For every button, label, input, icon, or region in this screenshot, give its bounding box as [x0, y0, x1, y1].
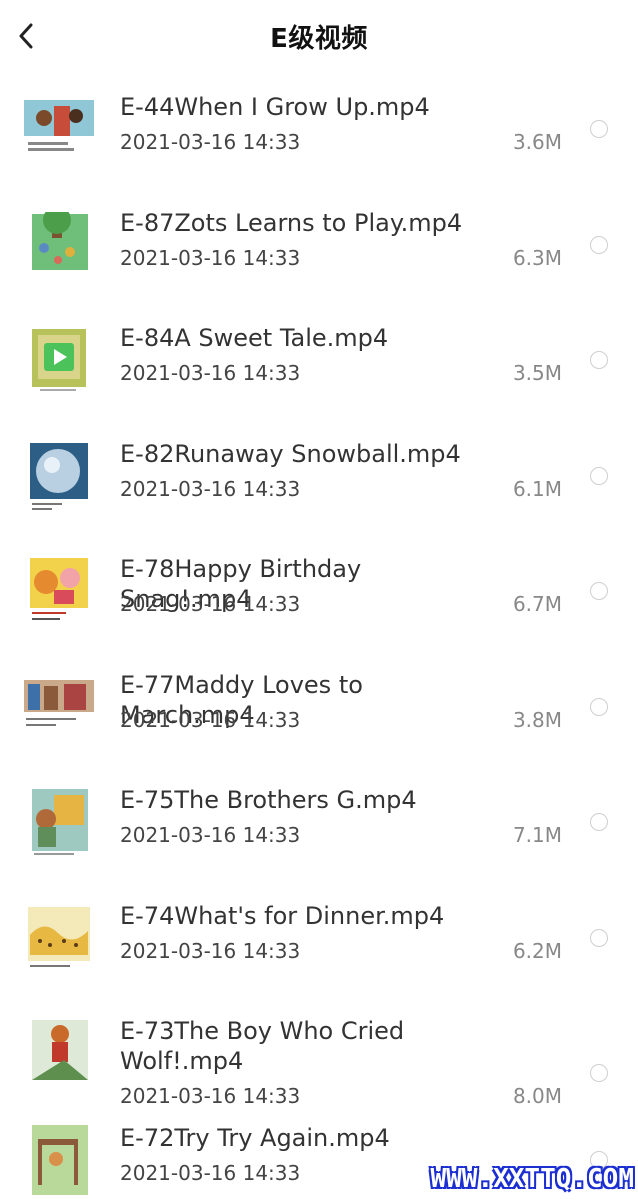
- file-size: 7.1M: [513, 823, 562, 847]
- file-name: E-87Zots Learns to Play.mp4: [120, 208, 480, 238]
- file-date: 2021-03-16 14:33: [120, 708, 300, 732]
- radio-circle-icon[interactable]: [590, 813, 608, 831]
- radio-circle-icon[interactable]: [590, 120, 608, 138]
- file-size: 6.3M: [513, 246, 562, 270]
- file-date: 2021-03-16 14:33: [120, 130, 300, 154]
- radio-circle-icon[interactable]: [590, 929, 608, 947]
- video-thumbnail: [24, 1020, 94, 1090]
- radio-circle-icon[interactable]: [590, 582, 608, 600]
- video-list: E-44When I Grow Up.mp4 2021-03-16 14:33 …: [0, 72, 638, 1203]
- radio-circle-icon[interactable]: [590, 698, 608, 716]
- list-item[interactable]: E-73The Boy Who Cried Wolf!.mp4 2021-03-…: [0, 996, 638, 1113]
- video-thumbnail: [24, 443, 94, 513]
- file-size: 6.7M: [513, 592, 562, 616]
- radio-circle-icon[interactable]: [590, 351, 608, 369]
- back-button[interactable]: [14, 20, 38, 52]
- file-date: 2021-03-16 14:33: [120, 246, 300, 270]
- list-item[interactable]: E-87Zots Learns to Play.mp4 2021-03-16 1…: [0, 188, 638, 304]
- file-date: 2021-03-16 14:33: [120, 1161, 300, 1185]
- list-item[interactable]: E-44When I Grow Up.mp4 2021-03-16 14:33 …: [0, 72, 638, 188]
- file-size: 6.2M: [513, 939, 562, 963]
- file-name: E-72Try Try Again.mp4: [120, 1123, 480, 1153]
- video-thumbnail: [24, 96, 94, 166]
- video-thumbnail: [24, 674, 94, 744]
- file-name: E-74What's for Dinner.mp4: [120, 901, 480, 931]
- radio-circle-icon[interactable]: [590, 1064, 608, 1082]
- file-name: E-75The Brothers G.mp4: [120, 785, 480, 815]
- list-item[interactable]: E-82Runaway Snowball.mp4 2021-03-16 14:3…: [0, 419, 638, 535]
- file-size: 8.0M: [513, 1084, 562, 1108]
- file-size: 3.5M: [513, 361, 562, 385]
- file-size: 3.8M: [513, 708, 562, 732]
- file-size: 3.6M: [513, 130, 562, 154]
- file-date: 2021-03-16 14:33: [120, 939, 300, 963]
- list-item[interactable]: E-84A Sweet Tale.mp4 2021-03-16 14:33 3.…: [0, 303, 638, 419]
- video-thumbnail: [24, 905, 94, 975]
- radio-circle-icon[interactable]: [590, 236, 608, 254]
- file-date: 2021-03-16 14:33: [120, 361, 300, 385]
- list-item[interactable]: E-77Maddy Loves to March.mp4 2021-03-16 …: [0, 650, 638, 766]
- radio-circle-icon[interactable]: [590, 467, 608, 485]
- file-date: 2021-03-16 14:33: [120, 823, 300, 847]
- list-item[interactable]: E-78Happy Birthday Snag!.mp4 2021-03-16 …: [0, 534, 638, 650]
- file-date: 2021-03-16 14:33: [120, 1084, 300, 1108]
- video-thumbnail: [24, 789, 94, 859]
- watermark: WWW.XXTTQ.COM: [427, 1164, 638, 1194]
- video-thumbnail: [24, 327, 94, 397]
- file-name: E-82Runaway Snowball.mp4: [120, 439, 480, 469]
- list-item[interactable]: E-75The Brothers G.mp4 2021-03-16 14:33 …: [0, 765, 638, 881]
- video-thumbnail: [24, 1125, 94, 1195]
- chevron-left-icon: [18, 23, 34, 49]
- video-thumbnail: [24, 558, 94, 628]
- list-item[interactable]: E-74What's for Dinner.mp4 2021-03-16 14:…: [0, 881, 638, 997]
- file-name: E-44When I Grow Up.mp4: [120, 92, 480, 122]
- file-date: 2021-03-16 14:33: [120, 477, 300, 501]
- video-thumbnail: [24, 212, 94, 282]
- file-date: 2021-03-16 14:33: [120, 592, 300, 616]
- file-name: E-84A Sweet Tale.mp4: [120, 323, 480, 353]
- page-title: E级视频: [270, 18, 368, 55]
- file-name: E-73The Boy Who Cried Wolf!.mp4: [120, 1016, 480, 1076]
- file-size: 6.1M: [513, 477, 562, 501]
- nav-bar: E级视频: [0, 0, 638, 72]
